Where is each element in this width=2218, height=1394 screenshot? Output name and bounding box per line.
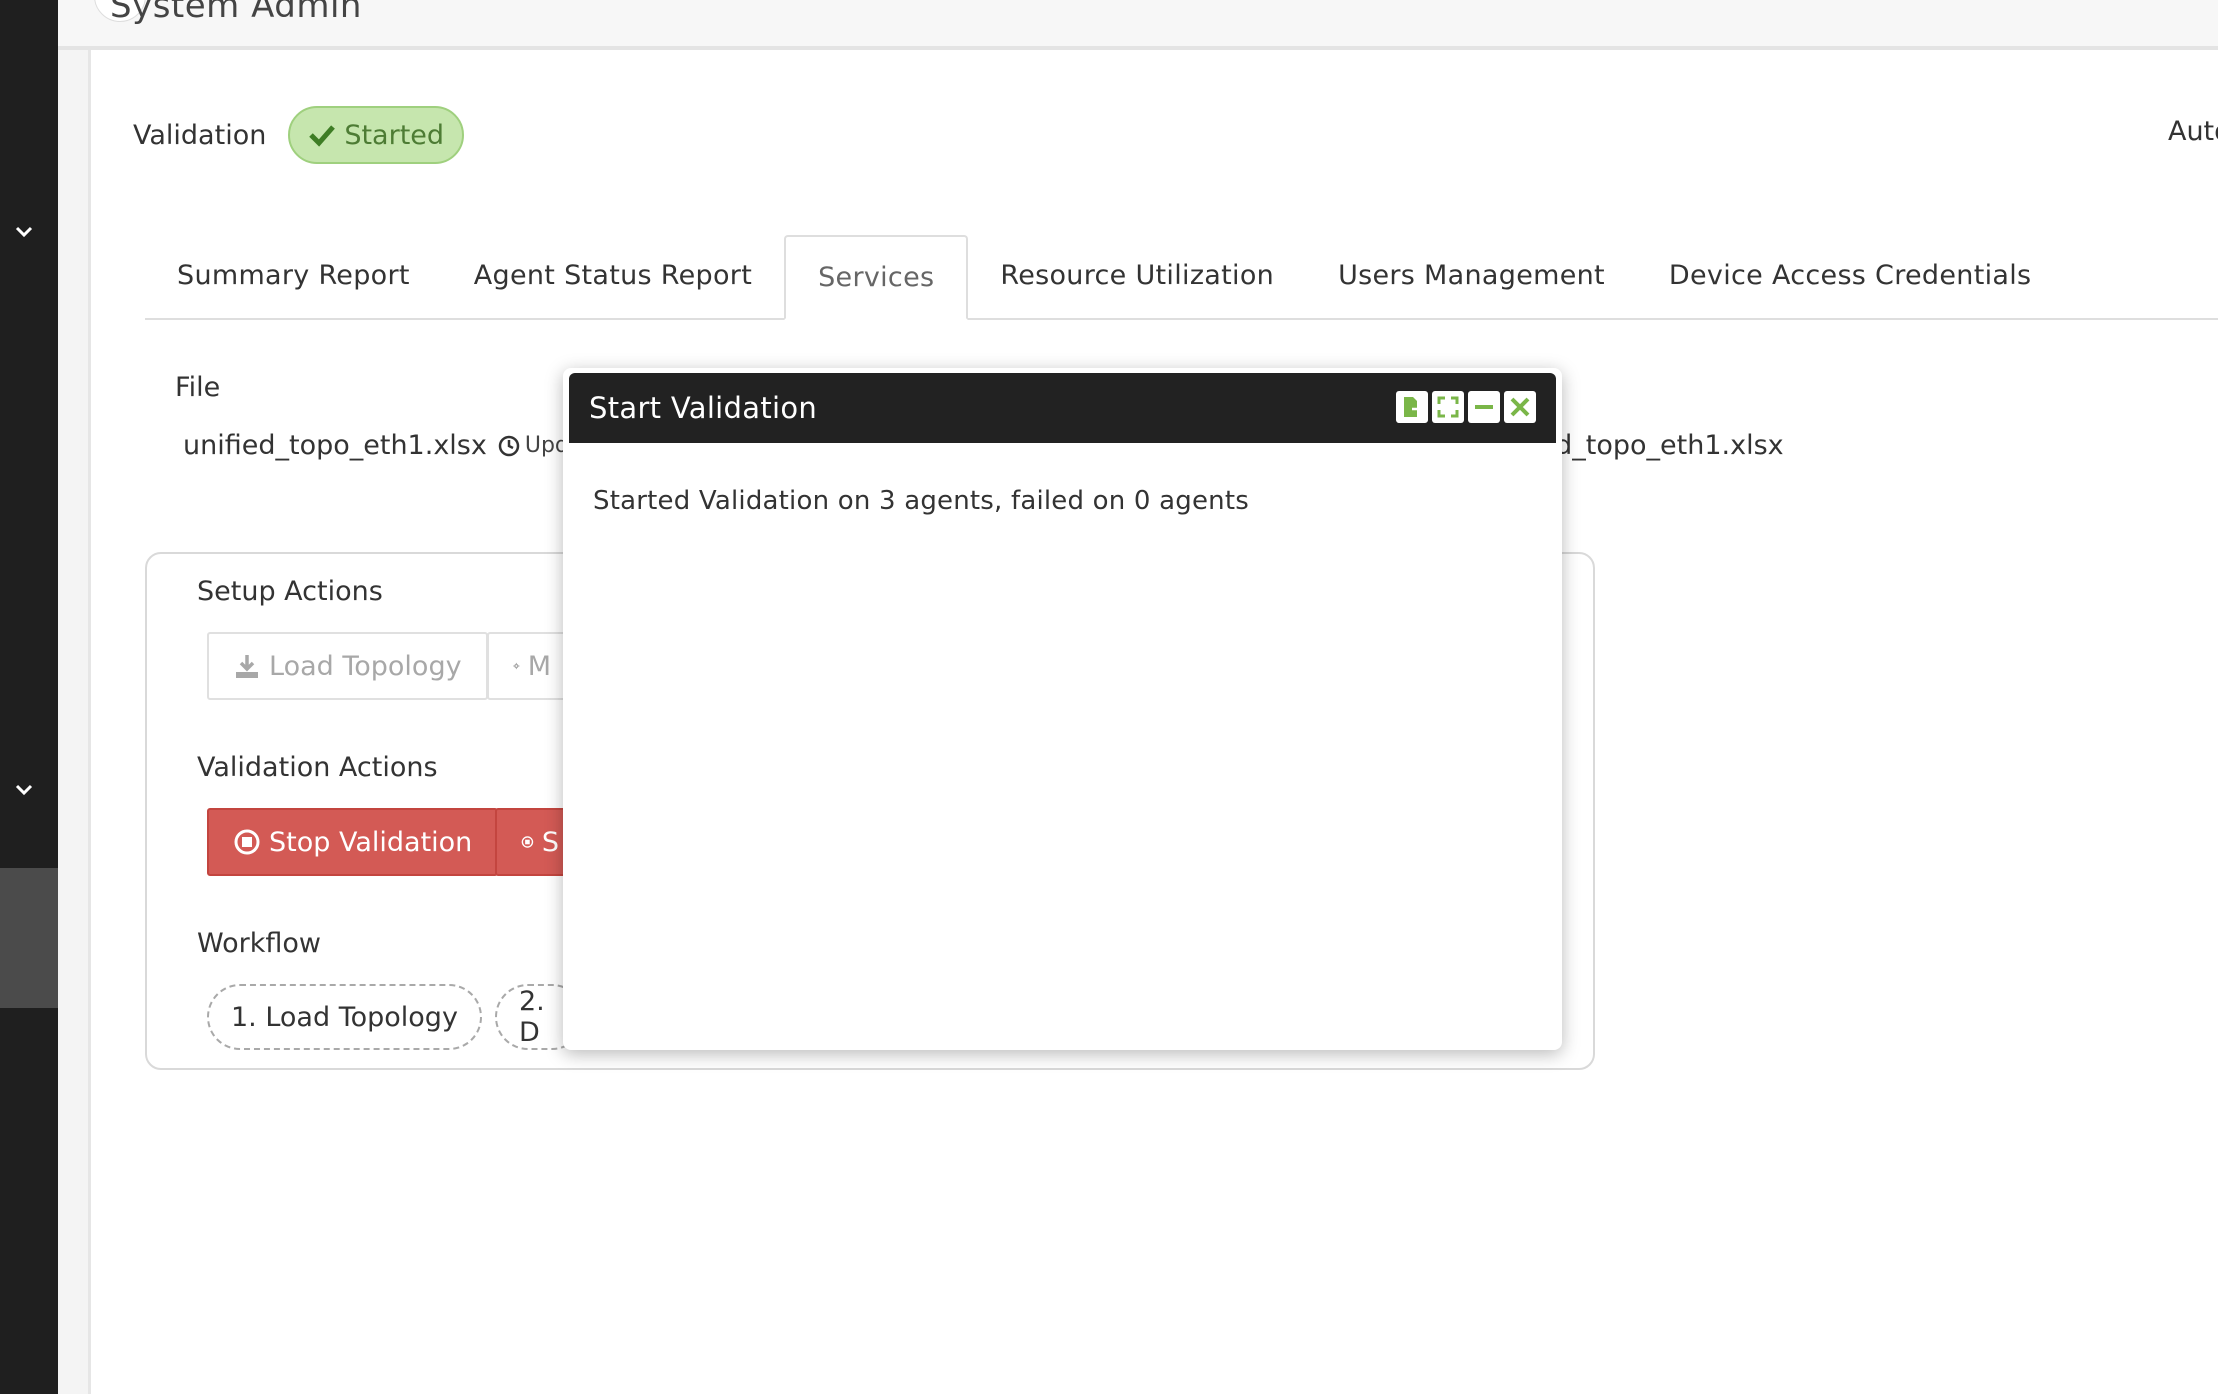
auto-refresh-label[interactable]: Auto R <box>2168 116 2218 147</box>
close-icon[interactable] <box>1504 391 1536 423</box>
export-icon[interactable] <box>1396 391 1428 423</box>
stop-validation-button[interactable]: Stop Validation <box>207 808 499 876</box>
validation-status-row: Validation Started <box>133 106 465 164</box>
tab-resource-utilization[interactable]: Resource Utilization <box>968 233 1306 318</box>
stop-circle-icon <box>234 829 260 855</box>
tab-agent-status-report[interactable]: Agent Status Report <box>442 233 784 318</box>
workflow-label: Workflow <box>197 928 321 959</box>
top-header: System Admin <box>58 0 2218 50</box>
left-sidebar <box>0 0 58 1394</box>
tab-device-access-credentials[interactable]: Device Access Credentials <box>1637 233 2063 318</box>
file-name: unified_topo_eth1.xlsx <box>183 430 487 461</box>
tab-services[interactable]: Services <box>784 235 969 320</box>
stop-circle-icon <box>521 836 534 848</box>
setup-actions-label: Setup Actions <box>197 576 383 607</box>
load-topology-button[interactable]: Load Topology <box>207 632 488 700</box>
workflow-step[interactable]: 1. Load Topology <box>207 984 482 1050</box>
chevron-down-icon[interactable] <box>12 778 36 802</box>
chevron-down-icon[interactable] <box>12 220 36 244</box>
start-validation-modal: Start Validation Started Validation on 3… <box>563 368 1562 1050</box>
sidebar-active-item[interactable] <box>0 868 58 1008</box>
minimize-icon[interactable] <box>1468 391 1500 423</box>
modal-title: Start Validation <box>589 391 818 425</box>
status-badge: Started <box>288 106 465 164</box>
status-badge-text: Started <box>344 119 445 151</box>
expand-icon[interactable] <box>1432 391 1464 423</box>
download-icon <box>236 655 258 678</box>
modal-header[interactable]: Start Validation <box>569 373 1556 443</box>
file-label: File <box>175 372 221 403</box>
gear-icon <box>513 662 520 670</box>
file-row: unified_topo_eth1.xlsx Update <box>183 430 605 461</box>
page-title: System Admin <box>110 0 362 26</box>
modal-controls <box>1396 391 1536 423</box>
modal-message: Started Validation on 3 agents, failed o… <box>593 486 1249 516</box>
file-name-secondary: ied_topo_eth1.xlsx <box>1531 430 1784 461</box>
clock-icon <box>498 435 520 456</box>
validation-label: Validation <box>133 119 267 151</box>
tab-bar: Summary Report Agent Status Report Servi… <box>145 235 2218 320</box>
validation-actions-label: Validation Actions <box>197 752 438 783</box>
tab-summary-report[interactable]: Summary Report <box>145 233 442 318</box>
check-icon <box>309 125 336 147</box>
tab-users-management[interactable]: Users Management <box>1306 233 1637 318</box>
